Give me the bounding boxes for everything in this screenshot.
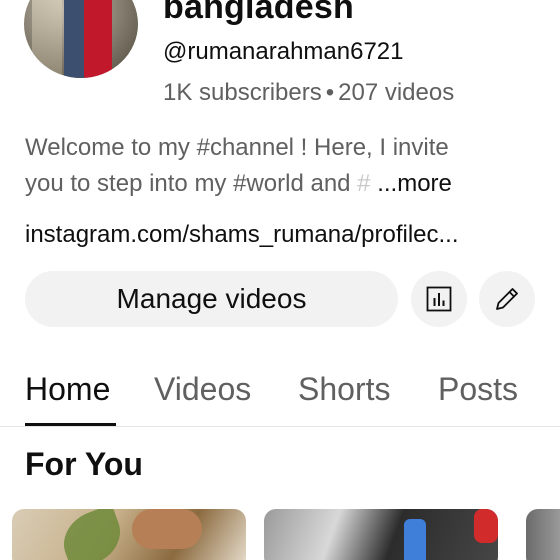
avatar-background (32, 0, 62, 78)
description-line-1: Welcome to my #channel ! Here, I invite (25, 134, 449, 161)
video-thumbnail[interactable] (264, 509, 498, 560)
channel-stats: 1K subscribers • 207 videos (163, 79, 454, 107)
stats-separator: • (325, 79, 335, 106)
active-tab-indicator (25, 423, 116, 426)
thumbnail-detail (132, 509, 202, 549)
video-thumbnail[interactable] (526, 509, 560, 560)
manage-videos-button[interactable]: Manage videos (25, 271, 398, 327)
channel-tabs: Home Videos Shorts Posts (0, 355, 560, 427)
edit-channel-button[interactable] (479, 271, 535, 327)
channel-description[interactable]: Welcome to my #channel ! Here, I invite … (25, 130, 525, 202)
thumbnail-detail (404, 519, 426, 560)
channel-avatar[interactable] (24, 0, 138, 78)
thumbnail-detail (55, 509, 129, 560)
description-fade-text: # (350, 170, 371, 197)
subscriber-count: 1K subscribers (163, 79, 322, 106)
avatar-person-1 (64, 0, 86, 78)
channel-name: bangladesh (163, 0, 354, 26)
manage-videos-label: Manage videos (116, 283, 307, 314)
description-line-2-text: you to step into my #world and (25, 170, 351, 197)
thumbnail-detail (474, 509, 498, 543)
tab-shorts[interactable]: Shorts (298, 371, 390, 408)
analytics-button[interactable] (411, 271, 467, 327)
tab-home[interactable]: Home (25, 371, 110, 408)
video-count: 207 videos (338, 79, 455, 106)
more-link[interactable]: ...more (377, 170, 452, 197)
avatar-person-2 (84, 0, 112, 78)
channel-handle: @rumanarahman6721 (163, 38, 404, 65)
description-line-2: you to step into my #world and # ...more (25, 166, 525, 202)
tab-videos[interactable]: Videos (154, 371, 251, 408)
section-title: For You (25, 446, 143, 482)
analytics-icon (426, 286, 452, 312)
video-thumbnail[interactable] (12, 509, 246, 560)
tab-posts[interactable]: Posts (438, 371, 518, 408)
pencil-icon (496, 288, 518, 310)
channel-link[interactable]: instagram.com/shams_rumana/profilec... (25, 221, 530, 249)
